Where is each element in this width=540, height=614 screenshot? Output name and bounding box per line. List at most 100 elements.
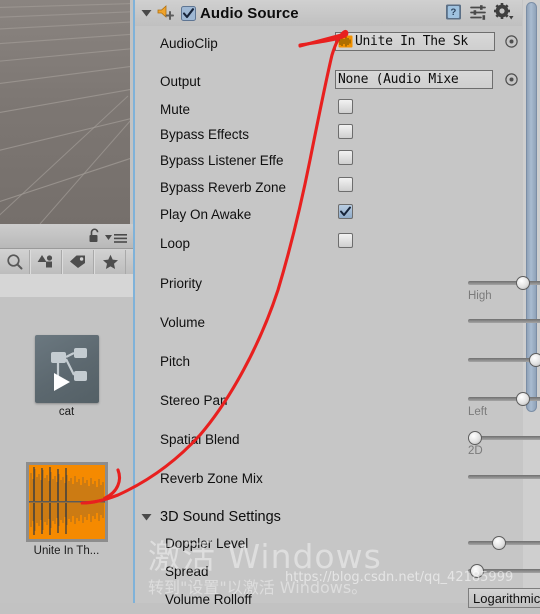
audio-clip-label: AudioClip [160,35,218,51]
project-toolbar [0,249,133,275]
volume-rolloff-value: Logarithmic Rolloff [473,590,540,606]
doppler-level-slider[interactable] [468,536,540,550]
mute-checkbox[interactable] [338,99,353,114]
mute-label: Mute [160,101,191,117]
priority-slider[interactable]: High Low [468,276,540,302]
volume-rolloff-dropdown[interactable]: Logarithmic Rolloff [468,588,540,608]
slider-knob[interactable] [529,353,540,367]
component-header-icons: ? [445,3,514,21]
spatial-blend-label: Spatial Blend [160,431,240,447]
gear-dropdown-icon[interactable] [494,3,514,21]
volume-label: Volume [160,314,206,330]
inspector-panel: Audio Source ? AudioClip Unite In The Sk… [133,0,540,608]
stereo-pan-slider-end-labels: Left Right [468,406,540,418]
project-panel-lock-bar [0,224,133,249]
component-foldout-arrow-icon[interactable] [135,9,157,17]
asset-item-audioclip[interactable]: Unite In Th... [0,462,133,558]
spatial-blend-end-left: 2D [468,445,483,457]
stereo-pan-label: Stereo Pan [160,392,228,408]
hamburger-menu-icon[interactable] [105,231,127,249]
volume-slider[interactable] [468,314,540,328]
slider-knob[interactable] [470,564,484,578]
asset-item-animator[interactable]: cat [0,335,133,419]
bypass-reverb-zones-checkbox[interactable] [338,177,353,192]
reverb-zone-mix-label: Reverb Zone Mix [160,470,263,486]
stereo-pan-end-left: Left [468,406,488,418]
left-column: cat Unite In Th... [0,0,133,603]
pitch-slider[interactable] [468,353,540,367]
audio-clip-orange-icon [338,34,353,49]
priority-end-left: High [468,290,492,302]
field-row-bypass-listener-effects: Bypass Listener Effe [135,145,522,175]
pitch-label: Pitch [160,353,191,369]
field-row-spread: Spread [135,556,522,586]
field-row-reverb-zone-mix: Reverb Zone Mix [135,463,522,493]
animator-controller-icon [34,335,99,403]
audio-clip-picker-icon[interactable] [505,35,518,48]
reverb-zone-mix-slider[interactable] [468,470,540,484]
output-object-field[interactable]: None (Audio Mixe [335,70,493,89]
section-foldout-arrow-icon[interactable] [135,513,157,521]
section-title: 3D Sound Settings [160,509,281,525]
bypass-effects-label: Bypass Effects [160,126,250,142]
bypass-listener-effects-label: Bypass Listener Effe [160,152,284,168]
audio-clip-waveform-thumbnail [25,462,108,542]
output-value: None (Audio Mixe [338,72,459,87]
section-3d-sound-settings[interactable]: 3D Sound Settings [135,504,522,530]
priority-slider-end-labels: High Low [468,290,540,302]
spatial-blend-slider[interactable]: 2D 3D [468,431,540,457]
field-row-volume-rolloff: Volume Rolloff [135,584,522,614]
project-breadcrumb-bar [0,274,133,298]
output-label: Output [160,73,201,89]
field-row-pitch: Pitch [135,346,522,376]
spatial-blend-slider-end-labels: 2D 3D [468,445,540,457]
play-on-awake-checkbox[interactable] [338,204,353,219]
search-icon[interactable] [0,249,30,274]
slider-track [468,319,540,323]
audio-source-component-header[interactable]: Audio Source ? [135,0,522,26]
inspector-vertical-scrollbar[interactable] [526,2,537,412]
component-enabled-checkbox[interactable] [181,5,196,21]
field-row-bypass-reverb-zones: Bypass Reverb Zone [135,172,522,202]
field-row-play-on-awake: Play On Awake [135,199,522,229]
audio-clip-object-field[interactable]: Unite In The Sk [335,32,495,51]
padlock-unlocked-icon[interactable] [88,228,101,248]
preset-icon[interactable] [470,4,487,21]
field-row-priority: Priority [135,268,522,298]
filter-by-label-icon[interactable] [62,249,94,274]
project-asset-grid[interactable]: cat Unite In Th... [0,297,133,603]
favorites-star-icon[interactable] [94,249,126,274]
asset-label: Unite In Th... [33,545,100,557]
slider-track [468,475,540,479]
slider-knob[interactable] [516,276,530,290]
scene-view[interactable] [0,0,130,224]
svg-text:?: ? [450,7,456,18]
help-book-icon[interactable]: ? [445,3,463,21]
loop-checkbox[interactable] [338,233,353,248]
field-row-loop: Loop [135,228,522,258]
bypass-reverb-zones-label: Bypass Reverb Zone [160,179,287,195]
audio-source-icon [157,4,176,22]
spread-slider[interactable] [468,564,540,578]
field-row-spatial-blend: Spatial Blend [135,424,522,454]
spread-label: Spread [165,563,209,579]
stereo-pan-slider[interactable]: Left Right [468,392,540,418]
field-row-stereo-pan: Stereo Pan [135,385,522,415]
slider-knob[interactable] [468,431,482,445]
asset-label: cat [58,406,75,418]
component-title: Audio Source [200,4,299,22]
play-on-awake-label: Play On Awake [160,206,252,222]
doppler-level-label: Doppler Level [165,535,249,551]
slider-knob[interactable] [516,392,530,406]
audio-clip-value: Unite In The Sk [355,34,468,49]
volume-rolloff-label: Volume Rolloff [165,591,252,607]
field-row-doppler-level: Doppler Level [135,528,522,558]
priority-label: Priority [160,275,203,291]
loop-label: Loop [160,235,191,251]
output-picker-icon[interactable] [505,73,518,86]
bypass-effects-checkbox[interactable] [338,124,353,139]
bypass-listener-effects-checkbox[interactable] [338,150,353,165]
slider-knob[interactable] [492,536,506,550]
field-row-volume: Volume [135,307,522,337]
filter-by-type-icon[interactable] [30,249,62,274]
